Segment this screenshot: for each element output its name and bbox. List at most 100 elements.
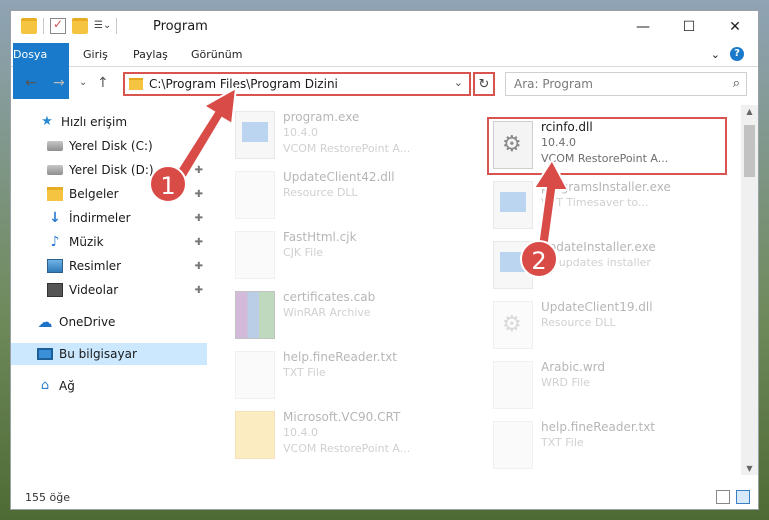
minimize-button[interactable]: — [620, 11, 666, 43]
sidebar-item-network[interactable]: ⌂ Ağ [11, 375, 207, 397]
ribbon-tabs: Dosya Giriş Paylaş Görünüm ⌄ ? [11, 43, 758, 99]
file-name: FastHtml.cjk [283, 230, 357, 244]
cloud-icon: ☁ [37, 313, 53, 331]
blank-file-icon [235, 171, 275, 219]
search-placeholder: Ara: Program [514, 77, 593, 91]
vertical-scrollbar[interactable]: ▲ ▼ [741, 105, 758, 475]
file-type: Resource DLL [283, 186, 358, 199]
title-bar: ✓ ☰⌄ Program — ☐ ✕ [11, 11, 758, 43]
sidebar-item-label: Resimler [69, 259, 122, 273]
tab-home[interactable]: Giriş [83, 43, 108, 67]
folder-icon [129, 78, 143, 90]
blank-file-icon [235, 351, 275, 399]
file-name: help.fineReader.txt [283, 350, 397, 364]
pin-icon[interactable]: ✚ [195, 141, 203, 152]
pin-icon[interactable]: ✚ [195, 261, 203, 272]
file-type: Resource DLL [541, 316, 616, 329]
file-item[interactable]: program.exe 10.4.0 VCOM RestorePoint A... [235, 109, 471, 165]
chevron-down-icon[interactable]: ⌄ [454, 76, 463, 89]
pin-icon[interactable]: ✚ [195, 237, 203, 248]
search-input[interactable]: Ara: Program ⌕ [505, 72, 747, 96]
sidebar-item-label: Hızlı erişim [61, 115, 128, 129]
pin-icon[interactable]: ✚ [195, 285, 203, 296]
file-item[interactable]: programsInstaller.exe VCT Timesaver to... [493, 179, 729, 235]
file-description: VCOM RestorePoint A... [541, 152, 669, 165]
step-2-badge: 2 [520, 240, 558, 278]
file-item[interactable]: help.fineReader.txt TXT File [493, 419, 729, 475]
pin-icon[interactable]: ✚ [195, 213, 203, 224]
file-type: VY updates installer [541, 256, 651, 269]
file-version: 10.4.0 [283, 126, 318, 139]
file-item[interactable]: FastHtml.cjk CJK File [235, 229, 471, 285]
tiles-view-icon[interactable] [736, 490, 750, 504]
file-item[interactable]: Arabic.wrd WRD File [493, 359, 729, 415]
close-button[interactable]: ✕ [712, 11, 758, 43]
properties-icon[interactable]: ✓ [50, 17, 66, 34]
sidebar-item-label: Yerel Disk (C:) [69, 139, 153, 153]
documents-icon [47, 187, 63, 201]
sidebar-item-downloads[interactable]: ↓ İndirmeler ✚ [11, 207, 207, 229]
navigation-row: ← → ⌄ ↑ C:\Program Files\Program Dizini … [11, 69, 758, 99]
blank-file-icon [493, 361, 533, 409]
sidebar-item-onedrive[interactable]: ☁ OneDrive [11, 311, 207, 333]
file-name: programsInstaller.exe [541, 180, 671, 194]
file-list: program.exe 10.4.0 VCOM RestorePoint A... … [221, 105, 741, 475]
details-view-icon[interactable] [716, 490, 730, 504]
sidebar-item-music[interactable]: ♪ Müzik ✚ [11, 231, 207, 253]
sidebar-item-videos[interactable]: Videolar ✚ [11, 279, 207, 301]
scroll-down-icon[interactable]: ▼ [741, 464, 758, 473]
recent-locations-icon[interactable]: ⌄ [79, 77, 87, 88]
sidebar-item-this-pc[interactable]: Bu bilgisayar [11, 343, 207, 365]
file-item[interactable]: help.fineReader.txt TXT File [235, 349, 471, 405]
maximize-button[interactable]: ☐ [666, 11, 712, 43]
blank-file-icon [493, 421, 533, 469]
file-item[interactable]: UpdateClient19.dll Resource DLL [493, 299, 729, 355]
up-arrow-icon[interactable]: ↑ [97, 75, 109, 91]
file-name: help.fineReader.txt [541, 420, 655, 434]
status-bar: 155 öğe [11, 487, 758, 509]
computer-icon [37, 348, 53, 360]
dll-gear-icon [493, 121, 533, 169]
file-name: program.exe [283, 110, 360, 124]
exe-icon [493, 181, 533, 229]
scroll-up-icon[interactable]: ▲ [741, 107, 758, 116]
search-icon[interactable]: ⌕ [733, 76, 740, 91]
file-version: 10.4.0 [541, 136, 576, 149]
forward-arrow-icon[interactable]: → [53, 75, 65, 91]
view-switcher [716, 490, 750, 504]
exe-icon [235, 111, 275, 159]
file-name: UpdateClient19.dll [541, 300, 653, 314]
expand-ribbon-icon[interactable]: ⌄ [711, 48, 720, 61]
step-1-badge: 1 [149, 165, 187, 203]
sidebar-item-local-disk-c[interactable]: Yerel Disk (C:) ✚ [11, 135, 207, 157]
back-arrow-icon[interactable]: ← [25, 75, 37, 91]
divider [43, 18, 44, 34]
pin-icon[interactable]: ✚ [195, 189, 203, 200]
help-icon[interactable]: ? [730, 47, 744, 61]
file-item[interactable]: Microsoft.VC90.CRT 10.4.0 VCOM RestorePoin… [235, 409, 471, 465]
window-title: Program [153, 19, 208, 34]
sidebar-item-label: OneDrive [59, 315, 116, 329]
file-type: VCT Timesaver to... [541, 196, 649, 209]
tab-share[interactable]: Paylaş [133, 43, 168, 67]
file-name: Arabic.wrd [541, 360, 606, 374]
file-item[interactable]: certificates.cab WinRAR Archive [235, 289, 471, 345]
sidebar-item-quick-access[interactable]: ★ Hızlı erişim [11, 111, 207, 133]
pin-icon[interactable]: ✚ [195, 165, 203, 176]
address-bar[interactable]: C:\Program Files\Program Dizini ⌄ [123, 72, 471, 96]
file-name: rcinfo.dll [541, 120, 593, 134]
file-type: TXT File [541, 436, 584, 449]
item-count: 155 öğe [25, 491, 70, 504]
refresh-button[interactable]: ↻ [473, 72, 495, 96]
sidebar-item-pictures[interactable]: Resimler ✚ [11, 255, 207, 277]
videos-icon [47, 283, 63, 297]
tab-view[interactable]: Görünüm [191, 43, 242, 67]
file-item-rcinfo[interactable]: rcinfo.dll 10.4.0 VCOM RestorePoint A... [493, 119, 729, 175]
file-item[interactable]: UpdateClient42.dll Resource DLL [235, 169, 471, 225]
dll-gear-icon [493, 301, 533, 349]
new-folder-icon[interactable] [72, 18, 88, 34]
scroll-thumb[interactable] [744, 125, 755, 177]
sidebar-item-label: Bu bilgisayar [59, 347, 137, 361]
customize-icon[interactable]: ☰⌄ [94, 18, 111, 34]
drive-icon [47, 141, 63, 151]
